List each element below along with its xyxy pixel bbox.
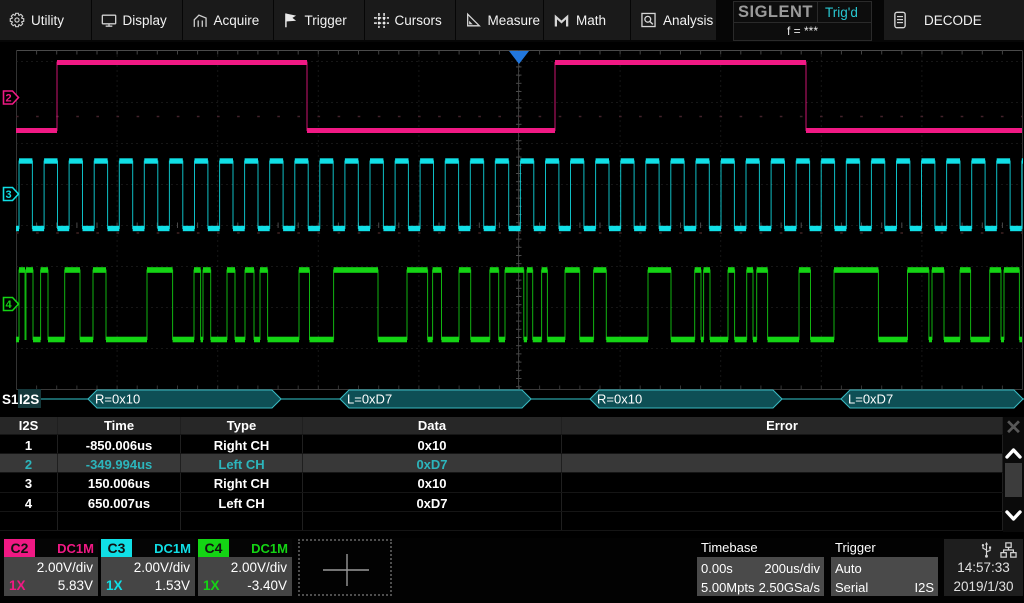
svg-text:4: 4 xyxy=(5,299,12,311)
svg-text:L=0xD7: L=0xD7 xyxy=(848,392,893,407)
svg-text:S1: S1 xyxy=(2,392,19,407)
svg-text:2: 2 xyxy=(5,93,11,105)
svg-text:3: 3 xyxy=(5,189,11,201)
svg-text:I2S: I2S xyxy=(19,392,39,407)
svg-text:R=0x10: R=0x10 xyxy=(95,392,140,407)
svg-text:R=0x10: R=0x10 xyxy=(597,392,642,407)
svg-text:L=0xD7: L=0xD7 xyxy=(347,392,392,407)
